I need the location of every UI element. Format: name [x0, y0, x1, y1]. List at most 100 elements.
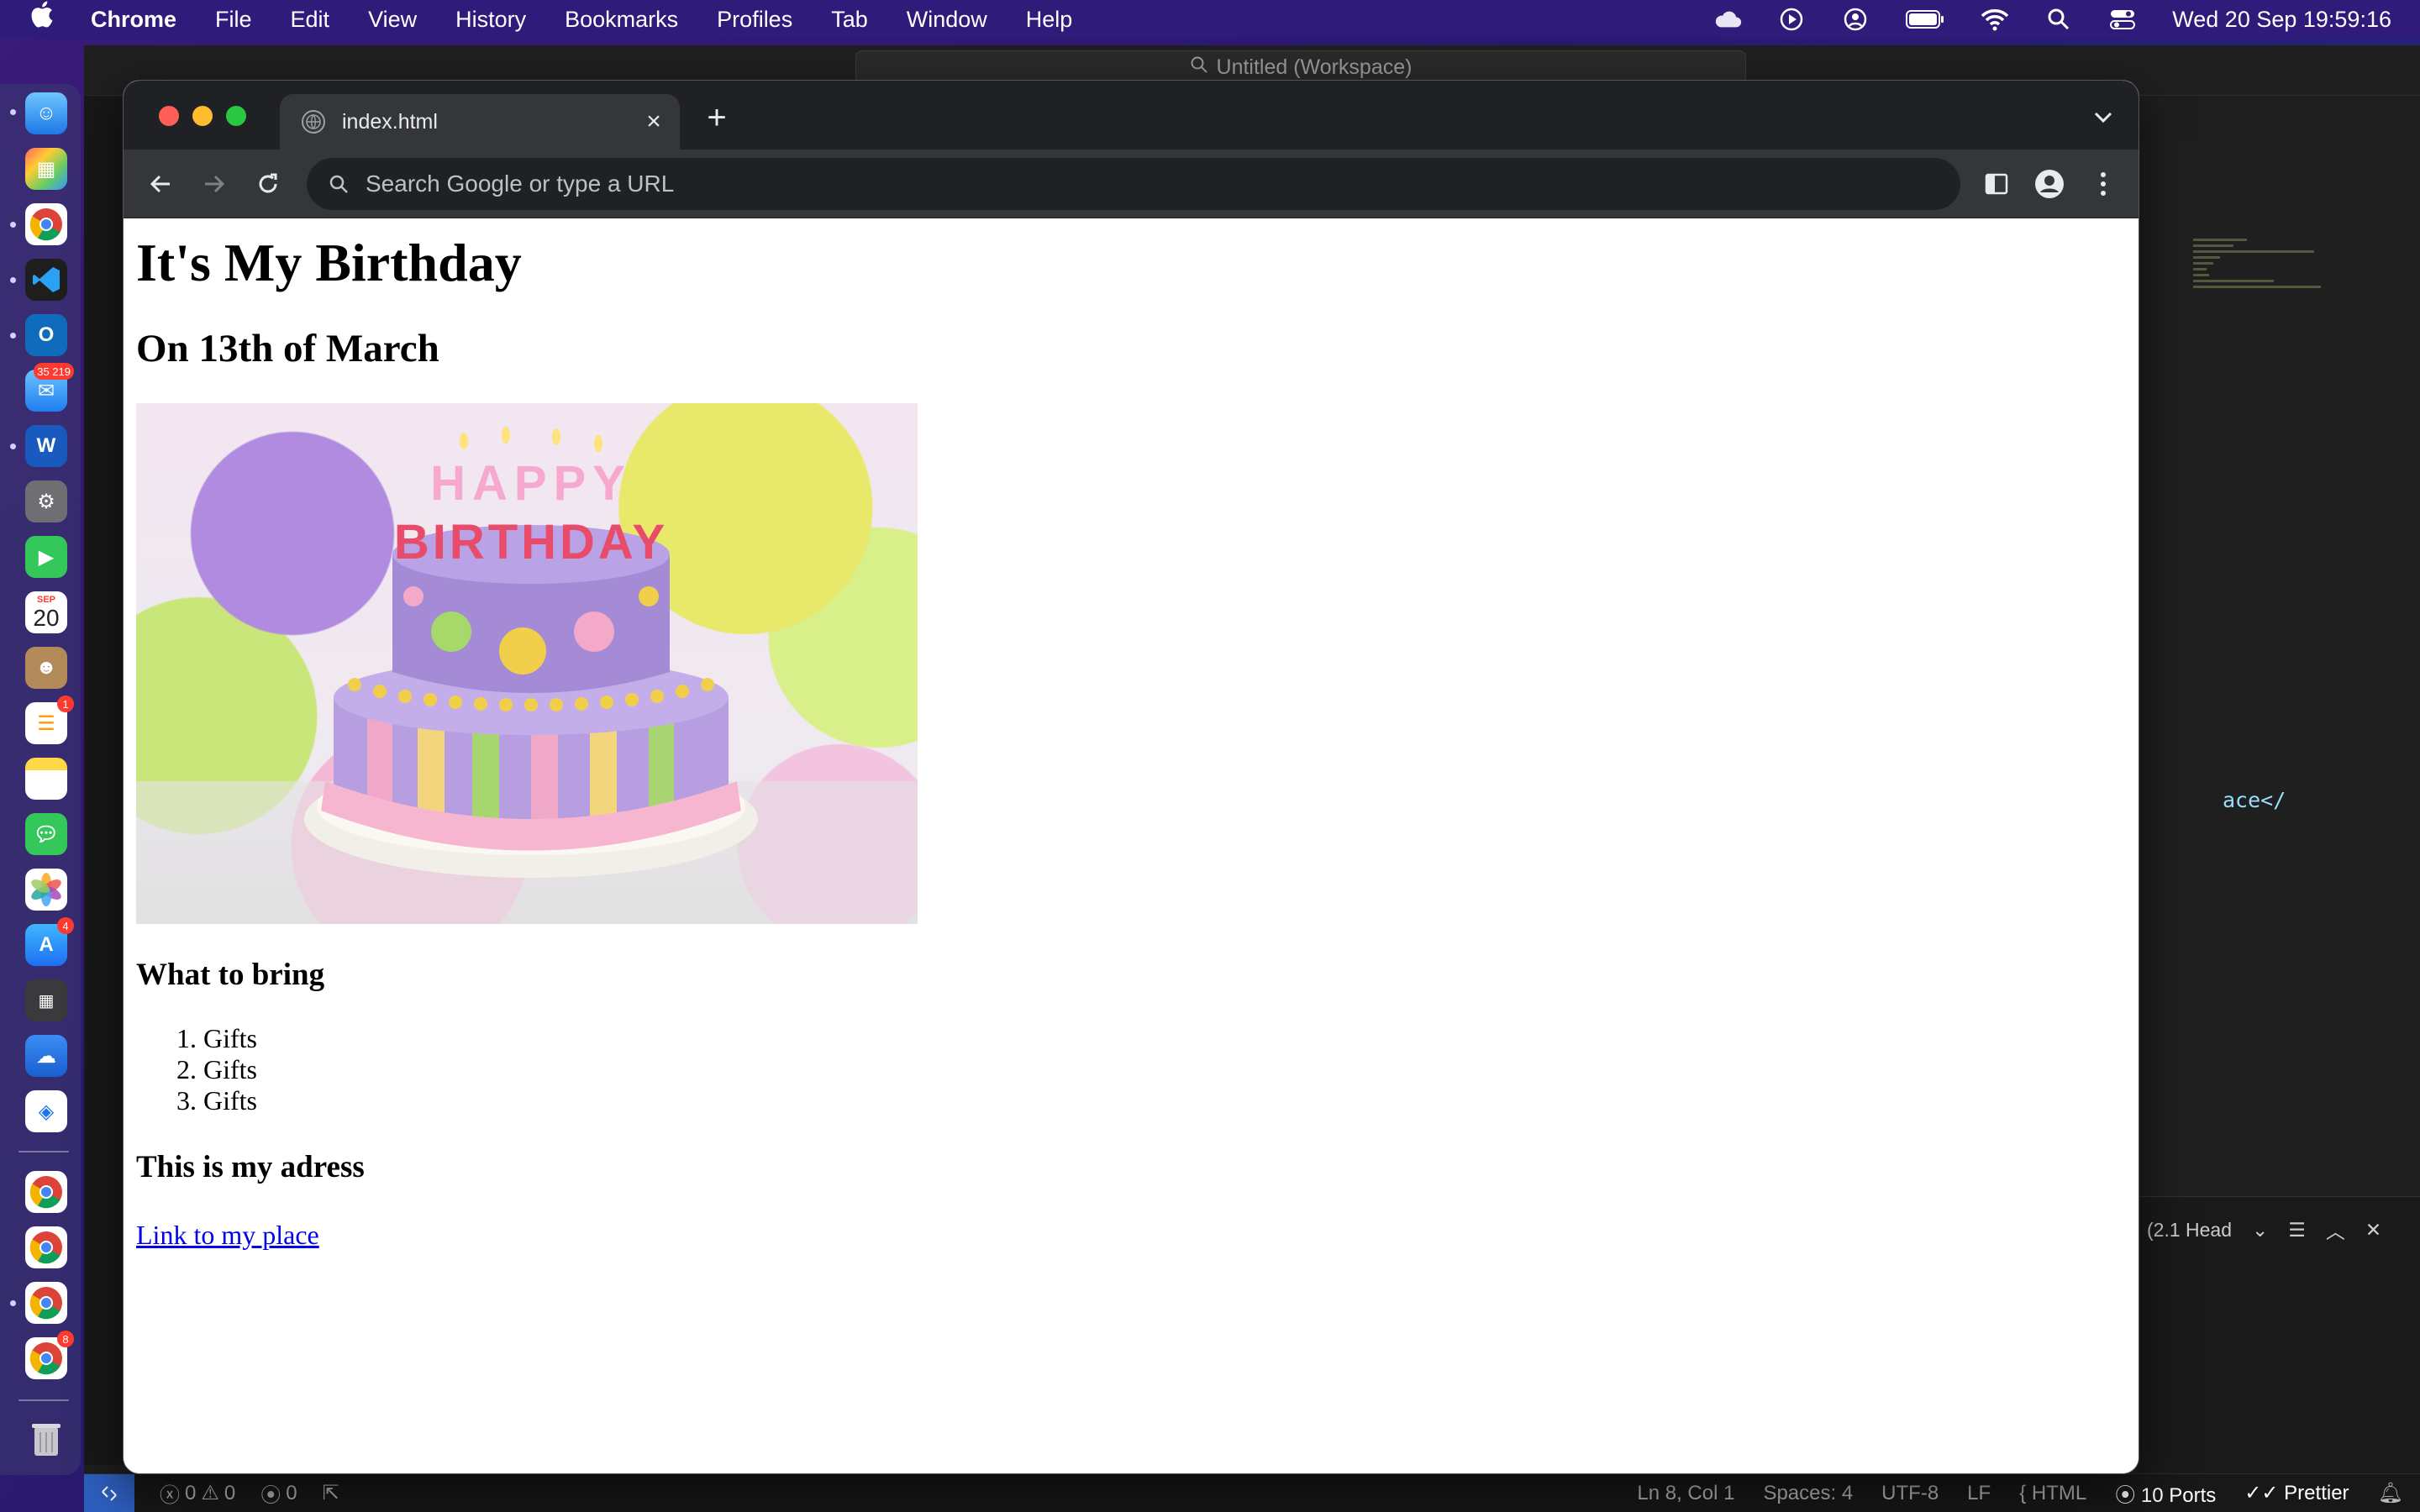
running-indicator	[10, 277, 16, 283]
menu-file[interactable]: File	[215, 7, 252, 33]
bring-heading: What to bring	[136, 957, 325, 992]
messages-icon[interactable]: 💬︎	[25, 813, 67, 855]
window-close-button[interactable]	[159, 106, 179, 126]
profile-avatar-icon[interactable]	[2033, 167, 2066, 201]
tab-search-chevron-icon[interactable]	[2090, 104, 2117, 131]
calendar-day: 20	[33, 605, 60, 631]
battery-icon[interactable]	[1905, 5, 1945, 34]
encoding[interactable]: UTF-8	[1881, 1482, 1939, 1505]
safari-icon[interactable]: ◈	[25, 1090, 67, 1132]
error-icon: ⓧ	[160, 1484, 180, 1507]
more-menu-icon[interactable]	[2086, 167, 2120, 201]
remote-indicator-icon[interactable]	[84, 1473, 134, 1512]
dock-separator	[18, 1151, 69, 1152]
menu-history[interactable]: History	[455, 7, 526, 33]
prettier-indicator[interactable]: ✓✓ Prettier	[2244, 1481, 2349, 1505]
address-heading: This is my adress	[136, 1150, 365, 1185]
forward-button[interactable]	[197, 167, 231, 201]
error-count: 0	[185, 1481, 197, 1504]
photos-icon[interactable]	[25, 869, 67, 911]
launchpad-icon[interactable]: ▦	[25, 148, 67, 190]
ports-indicator-left[interactable]: ⦿ 0	[260, 1478, 297, 1508]
problems-indicator[interactable]: ⓧ 0 ⚠ 0	[160, 1478, 235, 1508]
running-indicator	[10, 222, 16, 228]
word-icon[interactable]: W	[25, 425, 67, 467]
menu-tab[interactable]: Tab	[831, 7, 868, 33]
apple-menu-icon[interactable]	[29, 0, 57, 39]
language-mode[interactable]: { HTML	[2019, 1482, 2086, 1505]
tab-index-html[interactable]: index.html ×	[280, 94, 680, 150]
prettier-label: Prettier	[2284, 1482, 2349, 1504]
menubar-clock[interactable]: Wed 20 Sep 19:59:16	[2172, 7, 2391, 33]
running-indicator	[10, 444, 16, 449]
indentation[interactable]: Spaces: 4	[1763, 1482, 1853, 1505]
vscode-command-center[interactable]: Untitled (Workspace)	[855, 50, 1746, 84]
chevron-up-icon[interactable]: ︿	[2326, 1215, 2345, 1244]
control-center-icon[interactable]	[2108, 5, 2137, 34]
user-icon[interactable]	[1841, 5, 1870, 34]
play-icon[interactable]	[1777, 5, 1806, 34]
reminders-badge: 1	[57, 696, 74, 712]
dock: ☺ ▦ O ✉ 35 219 W ⚙ ▶ SEP 20 ☻ ☰ 1 💬︎ A4 ▦ …	[0, 84, 81, 1475]
new-tab-button[interactable]: +	[700, 101, 734, 134]
chrome-icon[interactable]	[25, 203, 67, 245]
bell-icon[interactable]: 🔔︎	[2378, 1481, 2403, 1505]
mail-badge: 35 219	[34, 363, 74, 380]
calendar-icon[interactable]: SEP 20	[25, 591, 67, 633]
search-icon	[325, 171, 352, 197]
panel-dropdown[interactable]: (2.1 Head	[2147, 1219, 2232, 1242]
outlook-icon[interactable]: O	[25, 314, 67, 356]
vscode-icon[interactable]	[25, 259, 67, 301]
finder-icon[interactable]: ☺	[25, 92, 67, 134]
wifi-icon[interactable]	[1981, 5, 2009, 34]
chevron-down-icon[interactable]: ⌄	[2252, 1219, 2268, 1242]
bring-list: Gifts Gifts Gifts	[136, 1023, 2139, 1116]
running-indicator	[10, 109, 16, 115]
spotlight-icon[interactable]	[2044, 5, 2073, 34]
calculator-icon[interactable]: ▦	[25, 979, 67, 1021]
chrome-icon[interactable]: 8	[25, 1331, 74, 1379]
address-bar[interactable]	[307, 158, 1960, 210]
menu-help[interactable]: Help	[1026, 7, 1073, 33]
menu-app-chrome[interactable]: Chrome	[91, 7, 176, 33]
reminders-icon[interactable]: ☰ 1	[25, 696, 74, 744]
address-input[interactable]	[366, 163, 1960, 205]
window-zoom-button[interactable]	[226, 106, 246, 126]
contacts-icon[interactable]: ☻	[25, 647, 67, 689]
app-store-icon[interactable]: A4	[25, 917, 74, 966]
vscode-minimap[interactable]	[2193, 239, 2328, 323]
side-panel-button[interactable]	[1980, 167, 2013, 201]
chrome-icon[interactable]	[25, 1226, 67, 1268]
menu-profiles[interactable]: Profiles	[717, 7, 792, 33]
icloud-icon[interactable]	[1713, 5, 1742, 34]
menu-window[interactable]: Window	[907, 7, 987, 33]
chrome-icon[interactable]	[25, 1171, 67, 1213]
chrome-icon[interactable]	[25, 1282, 67, 1324]
menu-bookmarks[interactable]: Bookmarks	[565, 7, 678, 33]
close-icon[interactable]: ✕	[2365, 1219, 2381, 1242]
system-settings-icon[interactable]: ⚙	[25, 480, 67, 522]
back-button[interactable]	[144, 167, 177, 201]
live-share-icon[interactable]: ⇱	[323, 1481, 339, 1505]
list-item: Gifts	[203, 1023, 2139, 1054]
trash-icon[interactable]	[25, 1418, 67, 1460]
list-filter-icon[interactable]: ☰	[2288, 1219, 2306, 1242]
reload-button[interactable]	[251, 167, 285, 201]
window-minimize-button[interactable]	[192, 106, 213, 126]
weather-icon[interactable]: ☁	[25, 1035, 67, 1077]
mail-icon[interactable]: ✉ 35 219	[25, 363, 74, 412]
notes-icon[interactable]	[25, 758, 67, 800]
ports-indicator[interactable]: ⦿ 10 Ports	[2115, 1478, 2216, 1508]
menu-view[interactable]: View	[368, 7, 417, 33]
warning-icon: ⚠	[201, 1482, 219, 1504]
list-item: Gifts	[203, 1085, 2139, 1116]
vscode-status-bar: ⓧ 0 ⚠ 0 ⦿ 0 ⇱ Ln 8, Col 1 Spaces: 4 UTF-…	[84, 1473, 2420, 1512]
globe-icon	[302, 110, 325, 134]
end-of-line[interactable]: LF	[1967, 1482, 1991, 1505]
tab-close-icon[interactable]: ×	[641, 108, 666, 136]
cursor-position[interactable]: Ln 8, Col 1	[1637, 1482, 1734, 1505]
menu-edit[interactable]: Edit	[291, 7, 330, 33]
place-link[interactable]: Link to my place	[136, 1220, 319, 1251]
facetime-icon[interactable]: ▶	[25, 536, 67, 578]
ports-label: 10 Ports	[2140, 1484, 2217, 1507]
